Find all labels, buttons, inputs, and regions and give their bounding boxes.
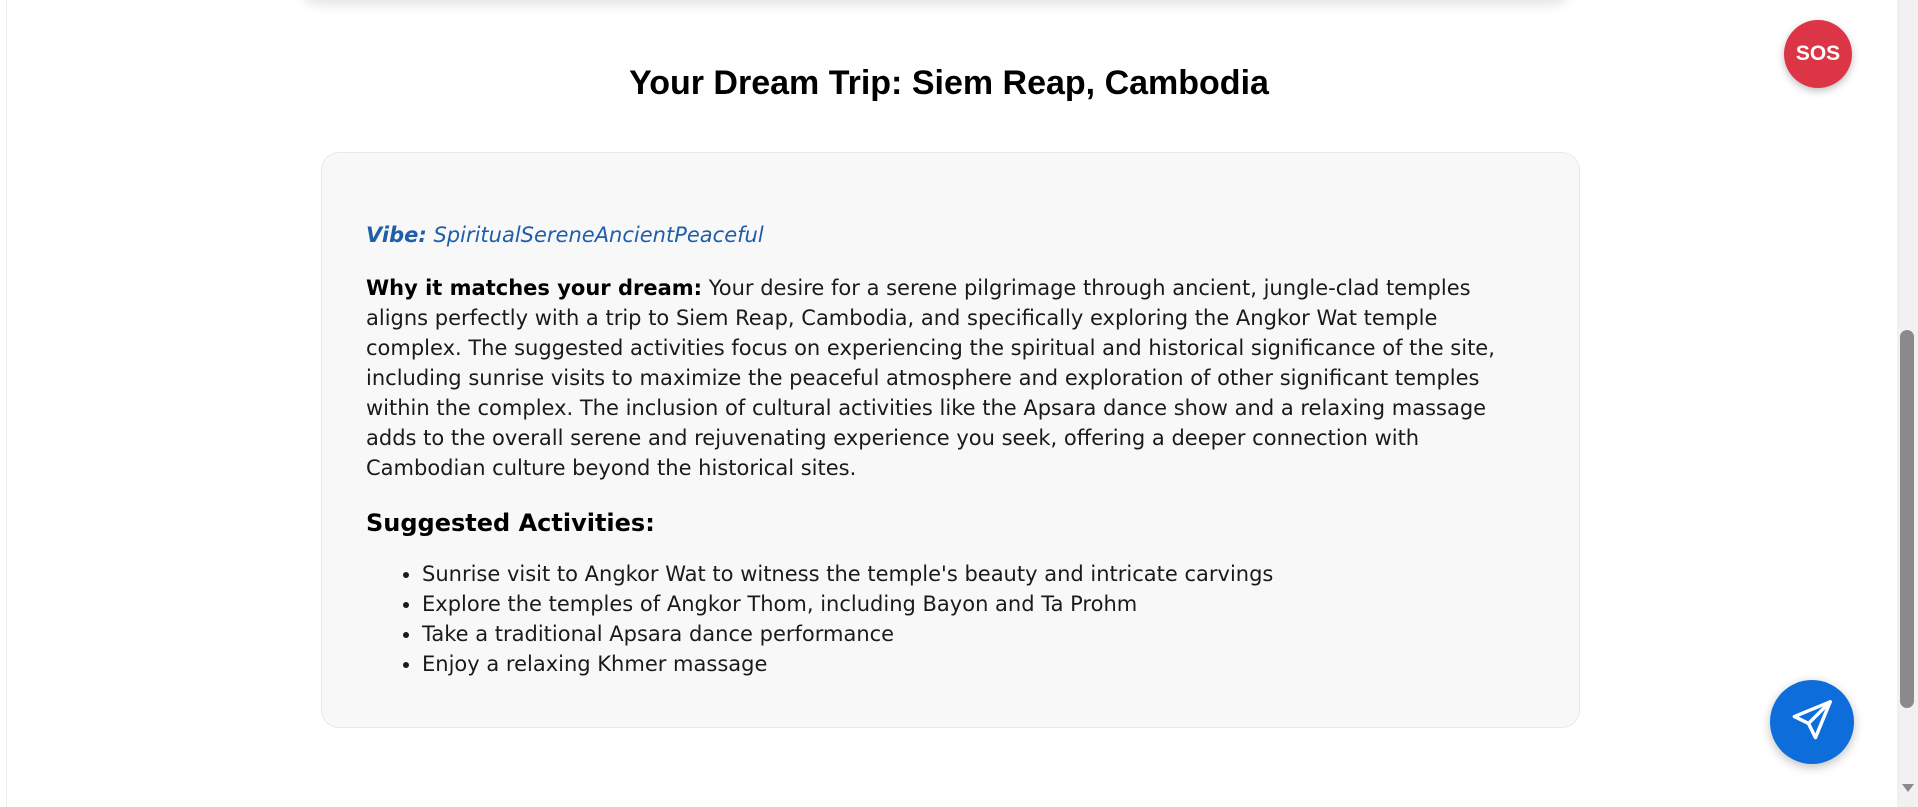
left-border <box>0 0 7 807</box>
activity-item: Take a traditional Apsara dance performa… <box>422 619 1535 649</box>
activity-item: Sunrise visit to Angkor Wat to witness t… <box>422 559 1535 589</box>
sos-label: SOS <box>1795 42 1841 65</box>
vibe-value: SpiritualSereneAncientPeaceful <box>433 223 764 247</box>
scrollbar-thumb[interactable] <box>1900 330 1914 708</box>
sos-button[interactable]: SOS <box>1784 20 1852 88</box>
why-text: Your desire for a serene pilgrimage thro… <box>366 276 1495 480</box>
why-label: Why it matches your dream: <box>366 276 703 300</box>
activity-item: Explore the temples of Angkor Thom, incl… <box>422 589 1535 619</box>
paper-plane-icon <box>1789 697 1835 747</box>
trip-card: Vibe: SpiritualSereneAncientPeaceful Why… <box>321 152 1580 728</box>
activities-heading: Suggested Activities: <box>366 509 655 537</box>
activity-item: Enjoy a relaxing Khmer massage <box>422 649 1535 679</box>
trip-title: Your Dream Trip: Siem Reap, Cambodia <box>629 64 1269 102</box>
vertical-scrollbar[interactable] <box>1897 0 1918 807</box>
vibe-label: Vibe: <box>366 223 427 247</box>
why-paragraph: Why it matches your dream: Your desire f… <box>366 273 1535 483</box>
vibe-line: Vibe: SpiritualSereneAncientPeaceful <box>366 223 1535 247</box>
scroll-down-arrow-icon[interactable] <box>1902 784 1914 792</box>
activities-list: Sunrise visit to Angkor Wat to witness t… <box>366 559 1535 679</box>
send-button[interactable] <box>1770 680 1854 764</box>
page: Your Dream Trip: Siem Reap, Cambodia Vib… <box>0 0 1918 807</box>
